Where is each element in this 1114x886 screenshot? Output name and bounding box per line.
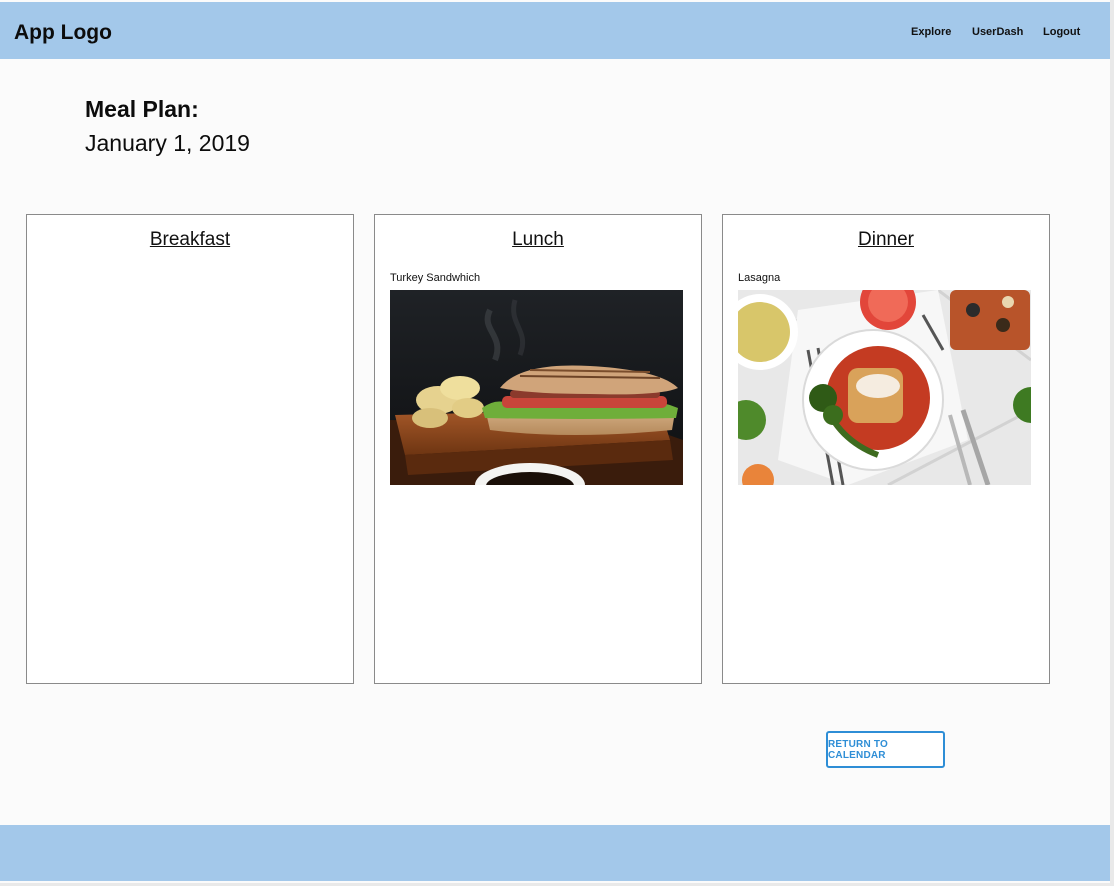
return-to-calendar-button[interactable]: RETURN TO CALENDAR <box>826 731 945 768</box>
meal-plan-date: January 1, 2019 <box>85 130 250 156</box>
page-title: Meal Plan: <box>85 96 199 122</box>
breakfast-heading: Breakfast <box>149 229 231 250</box>
nav-logout-link[interactable]: Logout <box>1043 26 1080 38</box>
app-logo[interactable]: App Logo <box>14 21 112 45</box>
page: App Logo Explore UserDash Logout Meal Pl… <box>0 0 1110 883</box>
dinner-card: Dinner Lasagna <box>722 214 1050 684</box>
lasagna-photo[interactable] <box>738 290 1031 485</box>
dinner-heading: Dinner <box>858 229 914 250</box>
lunch-card: Lunch Turkey Sandwhich <box>374 214 702 684</box>
lunch-item-name[interactable]: Turkey Sandwhich <box>390 272 480 284</box>
nav-userdash-link[interactable]: UserDash <box>972 26 1023 38</box>
nav-explore-link[interactable]: Explore <box>911 26 951 38</box>
lunch-heading: Lunch <box>512 229 564 250</box>
footer-bar <box>0 825 1110 881</box>
turkey-sandwich-photo[interactable] <box>390 290 683 485</box>
breakfast-card: Breakfast <box>26 214 354 684</box>
header-bar: App Logo Explore UserDash Logout <box>0 2 1110 59</box>
dinner-item-name[interactable]: Lasagna <box>738 272 780 284</box>
